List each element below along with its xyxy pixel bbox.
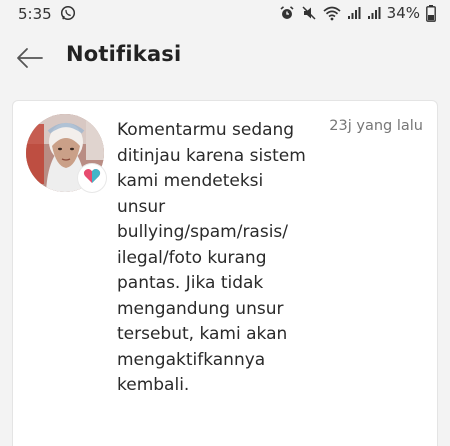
arrow-left-icon[interactable] [14, 42, 46, 74]
screen: 5:35 34% Notifikasi Komentarmu sedang di… [0, 0, 450, 446]
signal-icon [347, 6, 361, 20]
whatsapp-icon [60, 5, 76, 21]
battery-percent: 34% [386, 4, 420, 22]
battery-icon [426, 4, 436, 22]
avatar[interactable] [26, 114, 106, 192]
notification-time: 23j yang lalu [329, 118, 423, 134]
status-icons: 34% [279, 4, 436, 22]
status-time: 5:35 [18, 5, 52, 23]
alarm-icon [279, 5, 295, 21]
wifi-icon [323, 5, 341, 21]
app-bar: Notifikasi [0, 28, 450, 88]
status-bar: 5:35 34% [0, 0, 450, 28]
heart-icon [83, 168, 101, 188]
badge [78, 164, 106, 192]
notification-message: Komentarmu sedang ditinjau karena sistem… [117, 120, 306, 395]
page-title: Notifikasi [66, 42, 182, 66]
mute-icon [301, 5, 317, 21]
notification-card[interactable]: Komentarmu sedang ditinjau karena sistem… [12, 100, 438, 446]
signal-icon [367, 6, 381, 20]
